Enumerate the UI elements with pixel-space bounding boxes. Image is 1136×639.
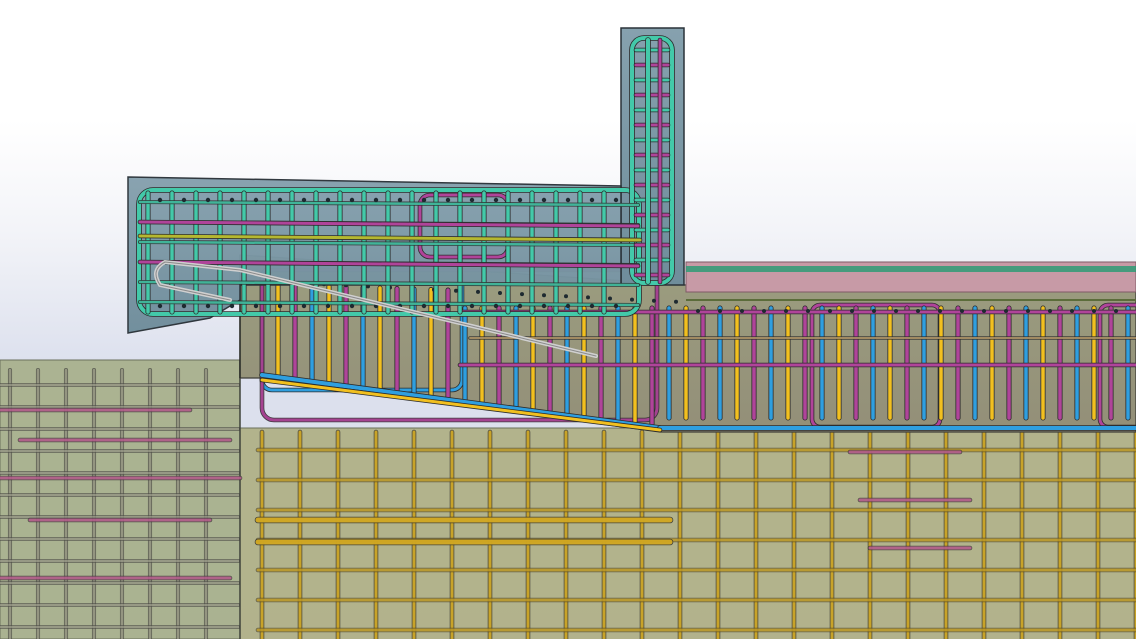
deck-bar-end — [1026, 309, 1030, 313]
wall-bar-end — [205, 303, 211, 309]
wall-bar-end — [373, 197, 379, 203]
wall-bar-end — [493, 303, 499, 309]
deck-bar-end — [542, 293, 546, 298]
wall-bar-end — [421, 303, 427, 309]
wall-bar-end — [349, 303, 355, 309]
wall-bar-end — [517, 303, 523, 309]
wall-bar-end — [493, 197, 499, 203]
wall-bar-end — [157, 303, 163, 309]
wall-bar-end — [181, 303, 187, 309]
wall-bar-end — [517, 197, 523, 203]
model-viewport[interactable] — [0, 0, 1136, 639]
wall-bar-end — [229, 303, 235, 309]
deck-bar-end — [740, 309, 744, 313]
wall-bar-end — [445, 197, 451, 203]
deck-bar-end — [938, 309, 942, 313]
deck-bar-end — [828, 309, 832, 313]
wall-bar-end — [277, 197, 283, 203]
wall-bar-end — [205, 197, 211, 203]
wall-bar-end — [541, 197, 547, 203]
deck-bar-end — [564, 294, 568, 299]
wall-bar-end — [589, 197, 595, 203]
wall-bar-end — [469, 303, 475, 309]
deck-bar-end — [674, 299, 678, 304]
deck-bar-end — [850, 309, 854, 313]
wall-bar-end — [541, 303, 547, 309]
wall-bar-end — [277, 303, 283, 309]
deck-bar-end — [718, 309, 722, 313]
wall-bar-end — [253, 197, 259, 203]
deck-bar-end — [608, 296, 612, 301]
wall-bar-end — [445, 303, 451, 309]
wall-bar-end — [469, 197, 475, 203]
wall-bar-end — [421, 197, 427, 203]
deck-bar-end — [1092, 309, 1096, 313]
deck-bar-end — [476, 289, 480, 294]
wall-bar-end — [157, 197, 163, 203]
deck-bar-end — [696, 309, 700, 313]
deck-bar-end — [1114, 309, 1118, 313]
wall-bar-end — [613, 197, 619, 203]
deck-bar-end — [762, 309, 766, 313]
wall-bar-end — [613, 303, 619, 309]
wall-bar-end — [397, 197, 403, 203]
deck-bar-end — [982, 309, 986, 313]
deck-bar-end — [498, 291, 502, 295]
deck-bar-end — [630, 297, 634, 302]
wall-bar-end — [301, 197, 307, 203]
rebar-model-view[interactable] — [0, 0, 1136, 639]
deck-bar-end — [806, 309, 810, 313]
deck-bar-end — [454, 288, 458, 293]
wall-bar-end — [301, 303, 307, 309]
deck-bar-end — [960, 309, 964, 313]
wall-bar-end — [253, 303, 259, 309]
wall-bar-end — [325, 303, 331, 309]
wall-bar-end — [589, 303, 595, 309]
deck-bar-end — [872, 309, 876, 313]
wall-bar-end — [181, 197, 187, 203]
wall-bar-end — [349, 197, 355, 203]
deck-bar-end — [652, 298, 656, 303]
wall-bar-end — [325, 197, 331, 203]
wall-bar-end — [565, 303, 571, 309]
deck-bar-end — [1004, 309, 1008, 313]
wall-bar-end — [565, 197, 571, 203]
deck-bar-end — [520, 292, 524, 297]
deck-bar-end — [586, 295, 590, 300]
deck-bar-end — [1048, 309, 1052, 313]
deck-bar-end — [1070, 309, 1074, 313]
deck-bar-end — [916, 309, 920, 313]
wall-bar-end — [229, 197, 235, 203]
deck-bar-end — [784, 309, 788, 313]
deck-bar-end — [894, 309, 898, 313]
